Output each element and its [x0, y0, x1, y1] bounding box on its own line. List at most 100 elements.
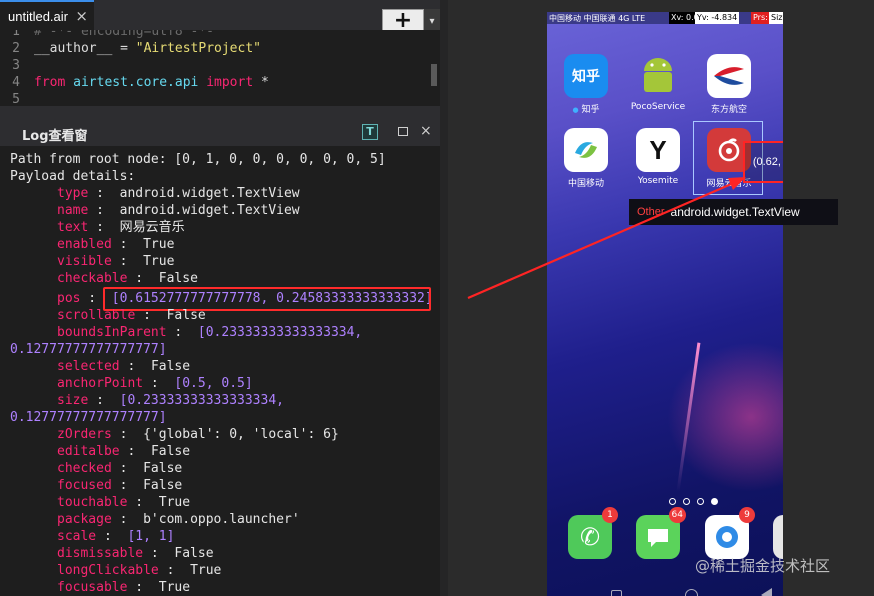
coordinate-overlay: (0.62, 0.235)	[743, 141, 783, 183]
attr-value: True	[143, 237, 175, 252]
log-attr-row: name : android.widget.TextView	[57, 203, 300, 218]
app-zhihu[interactable]: 知乎 ● 知乎	[558, 54, 614, 118]
log-attr-row: size : [0.23333333333333334,	[57, 393, 284, 408]
log-attr-row: type : android.widget.TextView	[57, 186, 300, 201]
attr-value: {'global': 0, 'local': 6}	[143, 427, 339, 442]
log-attr-continuation: 0.12777777777777777]	[10, 409, 167, 426]
attr-value: True	[158, 495, 191, 510]
app-china-mobile[interactable]: 中国移动	[558, 128, 614, 192]
attr-value: False	[174, 546, 214, 561]
status-carrier: 中国移动 中国联通 4G LTE	[549, 14, 646, 23]
filter-icon[interactable]: T	[362, 124, 378, 140]
code-string: "AirtestProject"	[135, 41, 261, 56]
line-number: 5	[12, 92, 20, 106]
attr-value: False	[143, 478, 183, 493]
code-keyword: from	[34, 75, 66, 90]
tooltip-class-name: android.widget.TextView	[670, 205, 800, 219]
camera-icon	[781, 523, 783, 551]
attr-key: name	[57, 203, 89, 218]
log-attr-row: scrollable : False	[57, 308, 206, 323]
attr-value: True	[143, 254, 175, 269]
zhihu-icon: 知乎	[564, 54, 608, 98]
attr-key: boundsInParent	[57, 325, 167, 340]
attr-key: anchorPoint	[57, 376, 144, 391]
dock-browser[interactable]: 9	[705, 507, 755, 559]
status-bar: 中国移动 中国联通 4G LTE Xv: 0.098 Yv: -4.834 Pr…	[547, 12, 783, 24]
log-attr-row: focusable : True	[57, 580, 191, 595]
float-window-icon[interactable]	[398, 127, 408, 136]
attr-key: selected	[57, 359, 120, 374]
browser-icon	[716, 526, 738, 548]
log-attr-row: touchable : True	[57, 495, 191, 510]
log-panel-header: Log查看窗 T ×	[0, 118, 440, 146]
app-label: 中国移动	[567, 179, 604, 189]
dock-phone[interactable]: ✆ 1	[568, 507, 618, 559]
phone-icon: ✆	[579, 523, 601, 551]
log-content[interactable]: Path from root node: [0, 1, 0, 0, 0, 0, …	[0, 146, 440, 596]
line-number: 3	[12, 58, 20, 73]
coordinate-label: (0.62, 0.235)	[752, 156, 783, 168]
home-icon[interactable]	[685, 589, 698, 596]
page-dot[interactable]	[683, 498, 690, 505]
attr-key: checked	[57, 461, 112, 476]
attr-key: pos	[57, 291, 81, 306]
page-dot[interactable]	[697, 498, 704, 505]
log-attr-row: visible : True	[57, 254, 175, 269]
wallpaper-glow	[667, 342, 783, 492]
page-dot-active[interactable]	[711, 498, 718, 505]
app-yosemite[interactable]: Y Yosemite	[630, 128, 686, 192]
line-number: 2	[12, 41, 20, 56]
editor-tab[interactable]: untitled.air ×	[0, 0, 94, 30]
attr-value: android.widget.TextView	[119, 203, 300, 218]
log-attr-row: boundsInParent : [0.23333333333333334,	[57, 325, 363, 340]
dock-camera[interactable]	[773, 515, 783, 559]
attr-value: False	[166, 308, 206, 323]
attr-value: False	[150, 359, 191, 374]
attr-key: touchable	[57, 495, 128, 510]
attr-value: False	[150, 444, 191, 459]
recents-icon[interactable]	[611, 590, 622, 596]
app-china-eastern[interactable]: 东方航空	[701, 54, 757, 118]
phone-screen[interactable]: 中国移动 中国联通 4G LTE Xv: 0.098 Yv: -4.834 Pr…	[547, 12, 783, 596]
attr-key: checkable	[57, 271, 128, 286]
app-label: 东方航空	[710, 105, 747, 115]
watermark: @稀土掘金技术社区	[695, 557, 831, 575]
editor-tab-title: untitled.air	[8, 8, 68, 24]
attr-value: [0.5, 0.5]	[174, 376, 253, 391]
pane-divider[interactable]	[440, 0, 448, 596]
attr-key: type	[57, 186, 89, 201]
log-attr-row: scale : [1, 1]	[57, 529, 175, 544]
attr-value: True	[190, 563, 222, 578]
close-tab-icon[interactable]: ×	[75, 8, 88, 24]
line-number: 4	[12, 75, 20, 90]
attr-key: enabled	[57, 237, 112, 252]
attr-key: size	[57, 393, 89, 408]
code-line: 5	[0, 92, 430, 106]
airline-logo-icon	[707, 54, 751, 98]
attr-key: focusable	[57, 580, 128, 595]
navigation-bar	[547, 584, 783, 596]
code-editor[interactable]: 1 # -*- encoding=utf8 -*- 2 __author__ = "…	[0, 30, 440, 106]
code-identifier: __author__	[34, 41, 113, 56]
log-attr-row: text : 网易云音乐	[57, 220, 185, 235]
log-attr-row: anchorPoint : [0.5, 0.5]	[57, 376, 253, 391]
app-pocoservice[interactable]: PocoService	[630, 54, 686, 118]
attr-value: 网易云音乐	[119, 220, 185, 235]
close-icon[interactable]: ×	[420, 123, 432, 139]
dock-messages[interactable]: 64	[636, 507, 686, 559]
android-robot-icon	[636, 54, 680, 98]
attr-value: False	[143, 461, 183, 476]
editor-tab-bar: untitled.air × + ▾	[0, 0, 440, 33]
attr-key: editalbe	[57, 444, 120, 459]
code-operator: *	[253, 75, 269, 90]
log-attr-row: longClickable : True	[57, 563, 222, 578]
editor-scrollbar[interactable]	[431, 64, 437, 86]
code-keyword: import	[206, 75, 254, 90]
back-icon[interactable]	[761, 588, 772, 596]
log-attr-row: selected : False	[57, 359, 191, 374]
notification-badge: 1	[602, 507, 618, 523]
panel-splitter[interactable]	[0, 106, 440, 118]
attr-key: scrollable	[57, 308, 136, 323]
page-dot[interactable]	[669, 498, 676, 505]
attr-key: dismissable	[57, 546, 144, 561]
